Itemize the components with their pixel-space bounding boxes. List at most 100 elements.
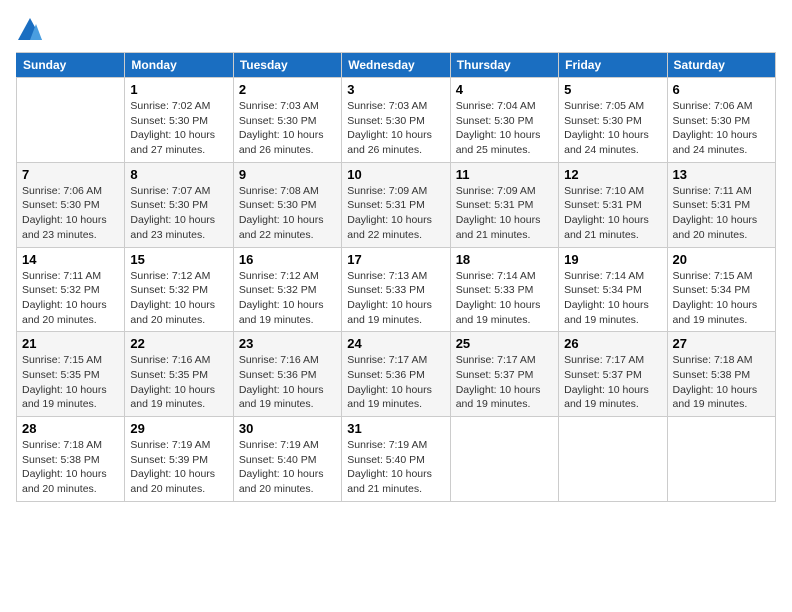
day-number: 2: [239, 82, 336, 97]
calendar-cell: 4 Sunrise: 7:04 AM Sunset: 5:30 PM Daylig…: [450, 78, 558, 163]
day-info: Sunrise: 7:15 AM Sunset: 5:35 PM Dayligh…: [22, 353, 119, 412]
day-info: Sunrise: 7:17 AM Sunset: 5:37 PM Dayligh…: [456, 353, 553, 412]
calendar-cell: 11 Sunrise: 7:09 AM Sunset: 5:31 PM Dayli…: [450, 162, 558, 247]
calendar-week-2: 7 Sunrise: 7:06 AM Sunset: 5:30 PM Daylig…: [17, 162, 776, 247]
day-info: Sunrise: 7:06 AM Sunset: 5:30 PM Dayligh…: [22, 184, 119, 243]
calendar-cell: 25 Sunrise: 7:17 AM Sunset: 5:37 PM Dayli…: [450, 332, 558, 417]
day-info: Sunrise: 7:14 AM Sunset: 5:33 PM Dayligh…: [456, 269, 553, 328]
calendar-cell: [450, 417, 558, 502]
header-sunday: Sunday: [17, 53, 125, 78]
day-info: Sunrise: 7:09 AM Sunset: 5:31 PM Dayligh…: [456, 184, 553, 243]
day-info: Sunrise: 7:12 AM Sunset: 5:32 PM Dayligh…: [239, 269, 336, 328]
day-number: 15: [130, 252, 227, 267]
calendar-cell: 16 Sunrise: 7:12 AM Sunset: 5:32 PM Dayli…: [233, 247, 341, 332]
header-friday: Friday: [559, 53, 667, 78]
calendar-cell: 6 Sunrise: 7:06 AM Sunset: 5:30 PM Daylig…: [667, 78, 775, 163]
day-info: Sunrise: 7:19 AM Sunset: 5:39 PM Dayligh…: [130, 438, 227, 497]
logo: [16, 16, 46, 44]
day-number: 22: [130, 336, 227, 351]
calendar-cell: 31Sunrise: 7:19 AM Sunset: 5:40 PM Dayli…: [342, 417, 450, 502]
day-info: Sunrise: 7:05 AM Sunset: 5:30 PM Dayligh…: [564, 99, 661, 158]
header-thursday: Thursday: [450, 53, 558, 78]
calendar-cell: 23 Sunrise: 7:16 AM Sunset: 5:36 PM Dayli…: [233, 332, 341, 417]
day-number: 11: [456, 167, 553, 182]
day-number: 27: [673, 336, 770, 351]
day-number: 4: [456, 82, 553, 97]
day-number: 20: [673, 252, 770, 267]
calendar-cell: 27Sunrise: 7:18 AM Sunset: 5:38 PM Dayli…: [667, 332, 775, 417]
day-info: Sunrise: 7:19 AM Sunset: 5:40 PM Dayligh…: [347, 438, 444, 497]
calendar-cell: 17 Sunrise: 7:13 AM Sunset: 5:33 PM Dayli…: [342, 247, 450, 332]
day-number: 3: [347, 82, 444, 97]
day-info: Sunrise: 7:03 AM Sunset: 5:30 PM Dayligh…: [239, 99, 336, 158]
calendar-cell: [667, 417, 775, 502]
day-info: Sunrise: 7:07 AM Sunset: 5:30 PM Dayligh…: [130, 184, 227, 243]
day-number: 29: [130, 421, 227, 436]
day-info: Sunrise: 7:10 AM Sunset: 5:31 PM Dayligh…: [564, 184, 661, 243]
calendar-cell: 28Sunrise: 7:18 AM Sunset: 5:38 PM Dayli…: [17, 417, 125, 502]
calendar-cell: 29 Sunrise: 7:19 AM Sunset: 5:39 PM Dayli…: [125, 417, 233, 502]
day-info: Sunrise: 7:03 AM Sunset: 5:30 PM Dayligh…: [347, 99, 444, 158]
calendar-cell: 13Sunrise: 7:11 AM Sunset: 5:31 PM Dayli…: [667, 162, 775, 247]
day-number: 14: [22, 252, 119, 267]
day-number: 12: [564, 167, 661, 182]
calendar-cell: 24 Sunrise: 7:17 AM Sunset: 5:36 PM Dayli…: [342, 332, 450, 417]
day-info: Sunrise: 7:14 AM Sunset: 5:34 PM Dayligh…: [564, 269, 661, 328]
day-info: Sunrise: 7:09 AM Sunset: 5:31 PM Dayligh…: [347, 184, 444, 243]
header-saturday: Saturday: [667, 53, 775, 78]
day-number: 30: [239, 421, 336, 436]
calendar-cell: 21 Sunrise: 7:15 AM Sunset: 5:35 PM Dayli…: [17, 332, 125, 417]
calendar-cell: 2 Sunrise: 7:03 AM Sunset: 5:30 PM Daylig…: [233, 78, 341, 163]
header-wednesday: Wednesday: [342, 53, 450, 78]
calendar-cell: 18Sunrise: 7:14 AM Sunset: 5:33 PM Dayli…: [450, 247, 558, 332]
calendar-week-5: 28Sunrise: 7:18 AM Sunset: 5:38 PM Dayli…: [17, 417, 776, 502]
day-number: 25: [456, 336, 553, 351]
day-info: Sunrise: 7:13 AM Sunset: 5:33 PM Dayligh…: [347, 269, 444, 328]
day-number: 17: [347, 252, 444, 267]
calendar-cell: 10 Sunrise: 7:09 AM Sunset: 5:31 PM Dayli…: [342, 162, 450, 247]
day-info: Sunrise: 7:17 AM Sunset: 5:36 PM Dayligh…: [347, 353, 444, 412]
calendar-cell: 15 Sunrise: 7:12 AM Sunset: 5:32 PM Dayli…: [125, 247, 233, 332]
calendar-cell: 9Sunrise: 7:08 AM Sunset: 5:30 PM Daylig…: [233, 162, 341, 247]
calendar-week-4: 21 Sunrise: 7:15 AM Sunset: 5:35 PM Dayli…: [17, 332, 776, 417]
calendar-table: SundayMondayTuesdayWednesdayThursdayFrid…: [16, 52, 776, 502]
day-number: 16: [239, 252, 336, 267]
calendar-cell: 3 Sunrise: 7:03 AM Sunset: 5:30 PM Daylig…: [342, 78, 450, 163]
calendar-cell: [17, 78, 125, 163]
day-number: 9: [239, 167, 336, 182]
calendar-week-3: 14Sunrise: 7:11 AM Sunset: 5:32 PM Dayli…: [17, 247, 776, 332]
day-info: Sunrise: 7:16 AM Sunset: 5:36 PM Dayligh…: [239, 353, 336, 412]
day-info: Sunrise: 7:16 AM Sunset: 5:35 PM Dayligh…: [130, 353, 227, 412]
calendar-cell: [559, 417, 667, 502]
calendar-cell: 19 Sunrise: 7:14 AM Sunset: 5:34 PM Dayli…: [559, 247, 667, 332]
day-info: Sunrise: 7:18 AM Sunset: 5:38 PM Dayligh…: [22, 438, 119, 497]
page-header: [16, 16, 776, 44]
calendar-cell: 26 Sunrise: 7:17 AM Sunset: 5:37 PM Dayli…: [559, 332, 667, 417]
calendar-cell: 20 Sunrise: 7:15 AM Sunset: 5:34 PM Dayli…: [667, 247, 775, 332]
day-info: Sunrise: 7:12 AM Sunset: 5:32 PM Dayligh…: [130, 269, 227, 328]
calendar-cell: 30Sunrise: 7:19 AM Sunset: 5:40 PM Dayli…: [233, 417, 341, 502]
day-number: 24: [347, 336, 444, 351]
day-number: 6: [673, 82, 770, 97]
day-number: 8: [130, 167, 227, 182]
day-info: Sunrise: 7:17 AM Sunset: 5:37 PM Dayligh…: [564, 353, 661, 412]
day-number: 1: [130, 82, 227, 97]
day-number: 26: [564, 336, 661, 351]
day-number: 23: [239, 336, 336, 351]
day-info: Sunrise: 7:06 AM Sunset: 5:30 PM Dayligh…: [673, 99, 770, 158]
header-monday: Monday: [125, 53, 233, 78]
calendar-cell: 8 Sunrise: 7:07 AM Sunset: 5:30 PM Daylig…: [125, 162, 233, 247]
day-number: 21: [22, 336, 119, 351]
day-number: 10: [347, 167, 444, 182]
day-number: 7: [22, 167, 119, 182]
day-number: 13: [673, 167, 770, 182]
day-number: 19: [564, 252, 661, 267]
calendar-cell: 1 Sunrise: 7:02 AM Sunset: 5:30 PM Daylig…: [125, 78, 233, 163]
calendar-cell: 22 Sunrise: 7:16 AM Sunset: 5:35 PM Dayli…: [125, 332, 233, 417]
calendar-cell: 14Sunrise: 7:11 AM Sunset: 5:32 PM Dayli…: [17, 247, 125, 332]
day-info: Sunrise: 7:04 AM Sunset: 5:30 PM Dayligh…: [456, 99, 553, 158]
day-info: Sunrise: 7:15 AM Sunset: 5:34 PM Dayligh…: [673, 269, 770, 328]
day-info: Sunrise: 7:02 AM Sunset: 5:30 PM Dayligh…: [130, 99, 227, 158]
calendar-cell: 12 Sunrise: 7:10 AM Sunset: 5:31 PM Dayli…: [559, 162, 667, 247]
calendar-week-1: 1 Sunrise: 7:02 AM Sunset: 5:30 PM Daylig…: [17, 78, 776, 163]
